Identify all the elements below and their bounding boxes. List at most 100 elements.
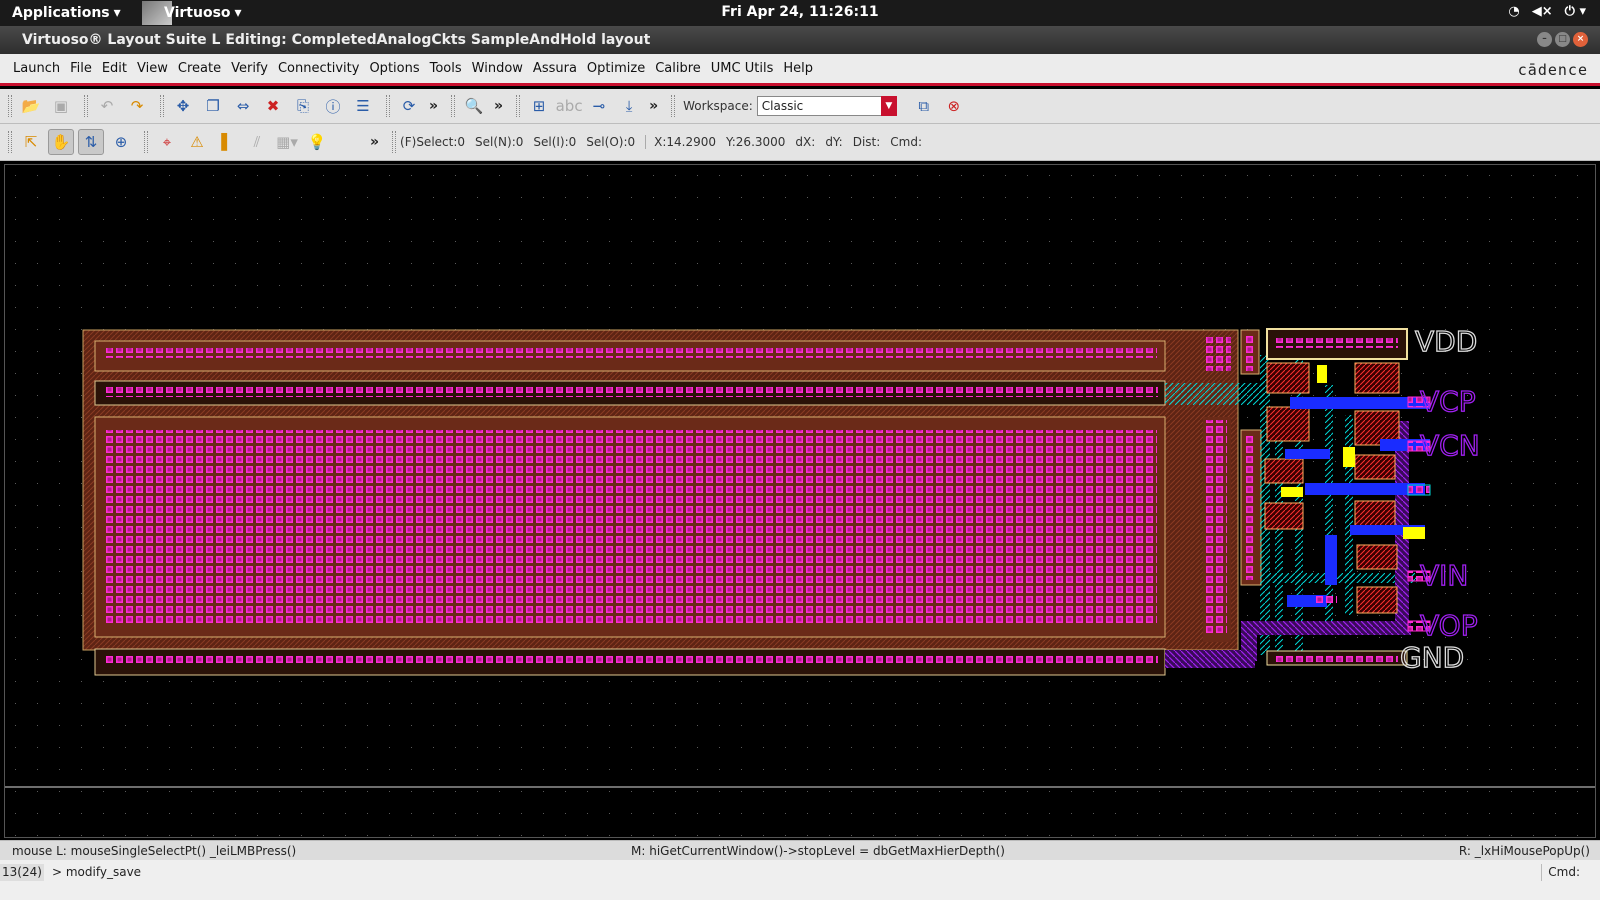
toolbar-grip[interactable] (516, 95, 521, 117)
open-icon[interactable]: 📂 (18, 93, 44, 119)
editing-toolbar: ⇱ ✋ ⇅ ⊕ ⌖ ⚠ ▌ ⫽ ▦▾ 💡 » (F)Select:0 Sel(N… (0, 124, 1600, 161)
clock[interactable]: Fri Apr 24, 11:26:11 (721, 4, 878, 20)
volume-icon[interactable]: ◀× (1532, 4, 1553, 19)
menu-view[interactable]: View (132, 61, 173, 76)
applications-menu[interactable]: Applications ▾ (0, 5, 121, 21)
more-chevron-icon[interactable]: » (429, 98, 438, 114)
probe-icon[interactable]: ⌖ (154, 129, 180, 155)
pin-label-vdd: VDD (1415, 325, 1477, 358)
menu-window[interactable]: Window (467, 61, 528, 76)
wifi-icon[interactable]: ◔ (1508, 4, 1519, 19)
lightbulb-icon[interactable]: 💡 (304, 129, 330, 155)
toolbar-grip[interactable] (8, 95, 12, 117)
pin-label-gnd: GND (1400, 641, 1464, 674)
command-counter: 13(24) (0, 864, 44, 881)
menu-create[interactable]: Create (173, 61, 226, 76)
create-label-icon[interactable]: abc (556, 93, 583, 119)
menu-bar: Launch File Edit View Create Verify Conn… (0, 54, 1600, 86)
workspace-label: Workspace: (683, 99, 753, 113)
menu-help[interactable]: Help (778, 61, 818, 76)
x-coordinate: X:14.2900 (645, 135, 716, 149)
mouse-binding-bar: mouse L: mouseSingleSelectPt() _leiLMBPr… (0, 840, 1600, 860)
toolbar-grip[interactable] (84, 95, 88, 117)
close-button[interactable]: × (1573, 32, 1588, 47)
mouse-middle-binding: M: hiGetCurrentWindow()->stopLevel = dbG… (631, 843, 1005, 858)
move-icon[interactable]: ✥ (170, 93, 196, 119)
window-titlebar[interactable]: Virtuoso® Layout Suite L Editing: Comple… (0, 26, 1600, 54)
highlight-icon[interactable]: ▦▾ (274, 129, 300, 155)
copy-icon[interactable]: ❐ (200, 93, 226, 119)
window-title: Virtuoso® Layout Suite L Editing: Comple… (22, 32, 651, 48)
properties-icon[interactable]: ⓘ (320, 93, 346, 119)
undo-icon[interactable]: ↶ (94, 93, 120, 119)
toolbar-grip[interactable] (671, 95, 676, 117)
zoom-icon[interactable]: 🔍 (461, 93, 487, 119)
workspace-delete-icon[interactable]: ⊗ (941, 93, 967, 119)
toolbar-grip[interactable] (386, 95, 390, 117)
create-instance-icon[interactable]: ⊞ (526, 93, 552, 119)
main-toolbar: 📂 ▣ ↶ ↷ ✥ ❐ ⇔ ✖ ⎘ ⓘ ☰ ⟳ » 🔍 » ⊞ abc ⊸ ⤓ … (0, 89, 1600, 124)
menu-launch[interactable]: Launch (8, 61, 65, 76)
maximize-button[interactable]: □ (1555, 32, 1570, 47)
toolbar-grip[interactable] (160, 95, 164, 117)
menu-options[interactable]: Options (364, 61, 424, 76)
menu-umc-utils[interactable]: UMC Utils (706, 61, 779, 76)
chevron-down-icon: ▾ (113, 5, 121, 21)
virtuoso-menu[interactable]: Virtuoso ▾ (142, 0, 242, 26)
toolbar-grip[interactable] (392, 131, 397, 153)
minimize-button[interactable]: – (1537, 32, 1552, 47)
menu-optimize[interactable]: Optimize (582, 61, 650, 76)
stack-icon[interactable]: ⇅ (78, 129, 104, 155)
applications-label: Applications (12, 5, 110, 21)
area-select-icon[interactable]: ⊕ (108, 129, 134, 155)
align-icon[interactable]: ☰ (350, 93, 376, 119)
command-prompt[interactable]: > modify_save (44, 864, 141, 881)
virtuoso-label: Virtuoso (164, 5, 231, 21)
more-chevron-icon[interactable]: » (370, 134, 379, 150)
menu-verify[interactable]: Verify (226, 61, 273, 76)
command-line[interactable]: 13(24) > modify_save Cmd: (0, 860, 1600, 900)
chevron-down-icon[interactable]: ▼ (880, 96, 897, 116)
menu-file[interactable]: File (65, 61, 97, 76)
save-icon[interactable]: ▣ (48, 93, 74, 119)
dy-readout: dY: (825, 135, 843, 149)
pin-label-vop: VOP (1420, 609, 1478, 642)
menu-edit[interactable]: Edit (97, 61, 132, 76)
chevron-down-icon: ▾ (234, 5, 242, 21)
pin-label-vcp: VCP (1420, 385, 1476, 418)
create-via-icon[interactable]: ⤓ (616, 93, 642, 119)
more-chevron-icon[interactable]: » (494, 98, 503, 114)
seln-count: Sel(N):0 (475, 135, 524, 149)
create-pin-icon[interactable]: ⊸ (586, 93, 612, 119)
cadence-logo: cādence (1517, 61, 1588, 79)
select-mode-icon[interactable]: ⇱ (18, 129, 44, 155)
toolbar-grip[interactable] (8, 131, 12, 153)
menu-assura[interactable]: Assura (528, 61, 582, 76)
power-icon[interactable]: ⏻ ▾ (1565, 4, 1586, 19)
redo-icon[interactable]: ↷ (124, 93, 150, 119)
ruler-icon[interactable]: ⫽ (244, 129, 270, 155)
layout-canvas[interactable]: VDD VCP VCN VIN VOP GND (4, 164, 1596, 838)
workspace-select[interactable]: Classic ▼ (756, 96, 897, 116)
more-chevron-icon[interactable]: » (649, 98, 658, 114)
mouse-left-binding: mouse L: mouseSingleSelectPt() _leiLMBPr… (12, 843, 297, 858)
menu-calibre[interactable]: Calibre (650, 61, 706, 76)
delete-icon[interactable]: ✖ (260, 93, 286, 119)
workspace-save-icon[interactable]: ⧉ (911, 93, 937, 119)
y-coordinate: Y:26.3000 (726, 135, 786, 149)
system-tray: ◔ ◀× ⏻ ▾ (1508, 4, 1586, 19)
rotate-icon[interactable]: ⟳ (396, 93, 422, 119)
toolbar-grip[interactable] (451, 95, 456, 117)
selo-count: Sel(O):0 (586, 135, 636, 149)
rename-icon[interactable]: ⎘ (290, 93, 316, 119)
drc-warning-icon[interactable]: ⚠ (184, 129, 210, 155)
top-panel: Applications ▾ Virtuoso ▾ Fri Apr 24, 11… (0, 0, 1600, 26)
mouse-right-binding: R: _lxHiMousePopUp() (1458, 843, 1590, 858)
marker-icon[interactable]: ▌ (214, 129, 240, 155)
menu-tools[interactable]: Tools (425, 61, 467, 76)
dx-readout: dX: (795, 135, 816, 149)
menu-connectivity[interactable]: Connectivity (273, 61, 364, 76)
gravity-icon[interactable]: ✋ (48, 129, 74, 155)
stretch-icon[interactable]: ⇔ (230, 93, 256, 119)
toolbar-grip[interactable] (144, 131, 148, 153)
